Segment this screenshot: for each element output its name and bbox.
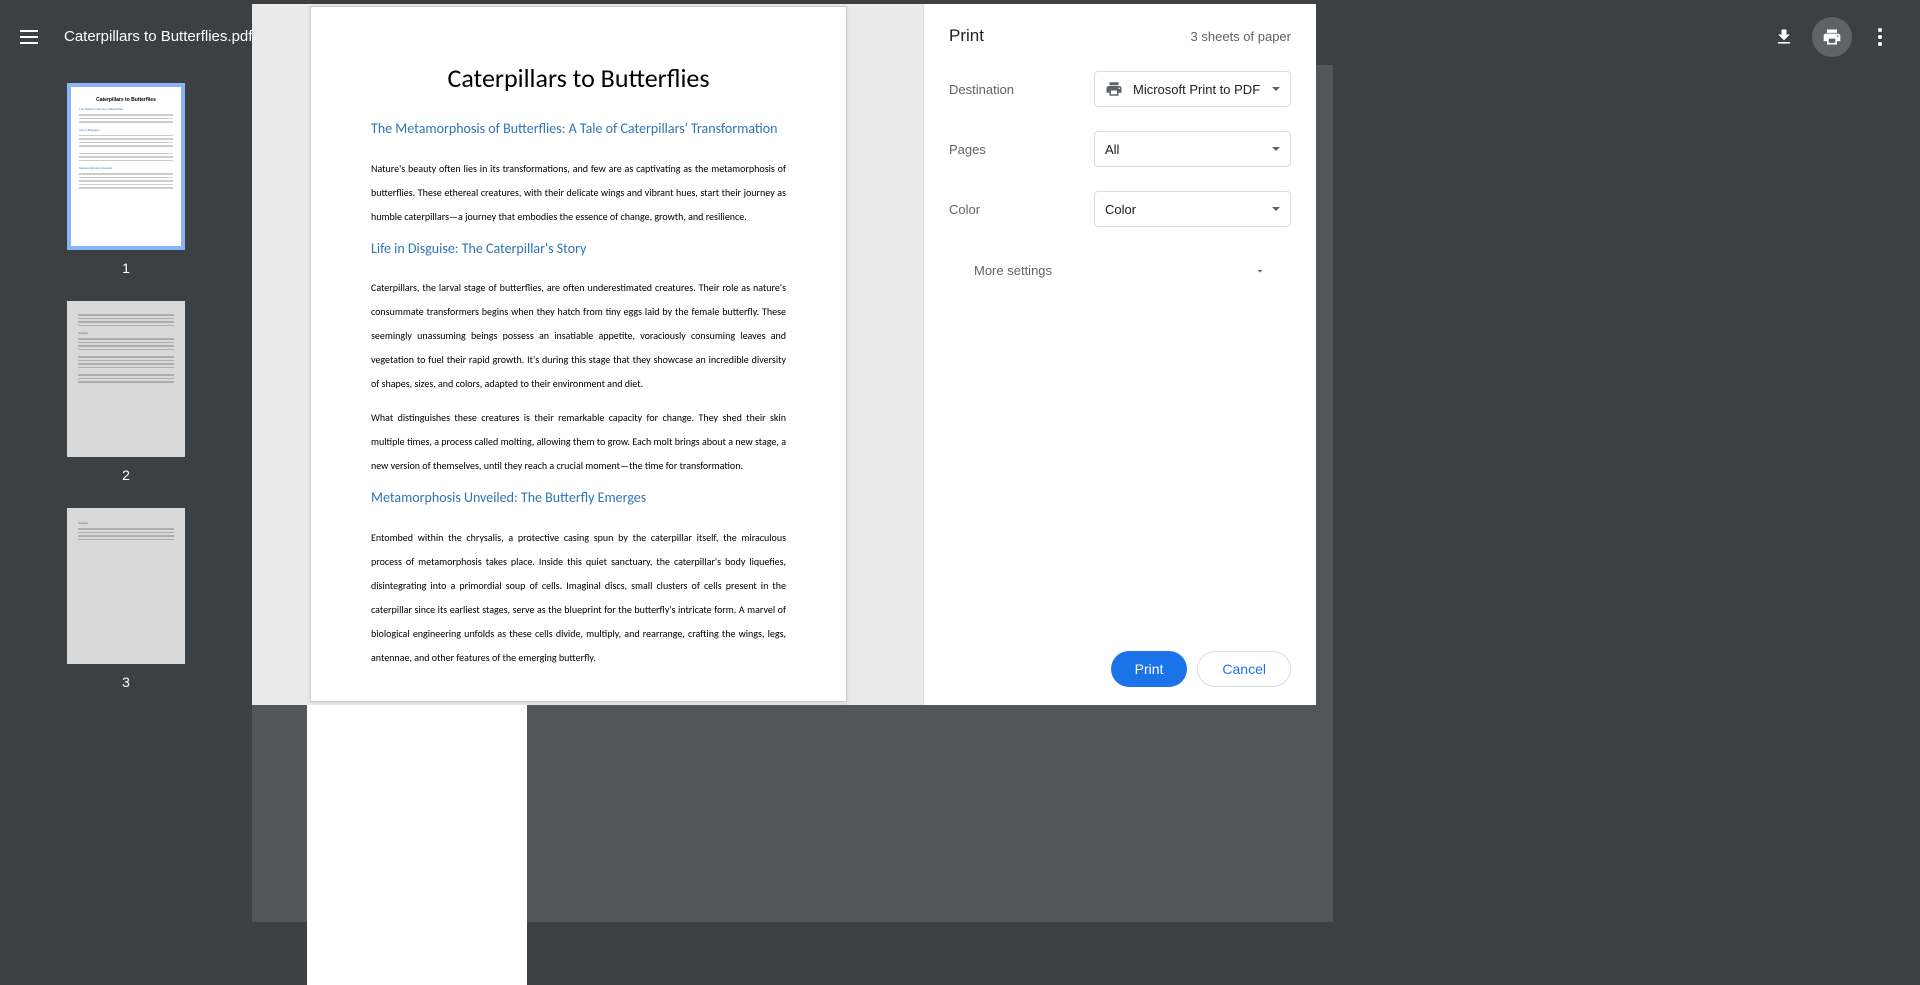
thumbnail-page-1: Caterpillars to Butterflies The Metamorp… <box>67 83 185 250</box>
more-options-button[interactable] <box>1860 17 1900 57</box>
panel-header: Print 3 sheets of paper <box>924 4 1316 61</box>
header-left: Caterpillars to Butterflies.pdf <box>20 25 252 49</box>
printer-icon <box>1822 27 1842 47</box>
dropdown-arrow-icon <box>1272 207 1280 211</box>
preview-para-1: Nature's beauty often lies in its transf… <box>371 157 786 229</box>
color-row: Color Color <box>949 191 1291 227</box>
destination-label: Destination <box>949 82 1014 97</box>
page-number-3: 3 <box>122 674 130 690</box>
color-label: Color <box>949 202 980 217</box>
page-number-2: 2 <box>122 467 130 483</box>
preview-page: Caterpillars to Butterflies The Metamorp… <box>310 6 847 702</box>
dots-vertical-icon <box>1878 28 1882 46</box>
download-icon <box>1774 27 1794 47</box>
download-button[interactable] <box>1764 17 1804 57</box>
preview-para-2: Caterpillars, the larval stage of butter… <box>371 276 786 396</box>
page-number-1: 1 <box>122 260 130 276</box>
sheet-count: 3 sheets of paper <box>1191 29 1291 44</box>
preview-heading-1: The Metamorphosis of Butterflies: A Tale… <box>371 119 786 139</box>
panel-body: Destination Microsoft Print to PDF Pages… <box>924 61 1316 633</box>
preview-para-3: What distinguishes these creatures is th… <box>371 406 786 478</box>
pages-dropdown[interactable]: All <box>1094 131 1291 167</box>
background-page <box>307 705 527 985</box>
print-settings-panel: Print 3 sheets of paper Destination Micr… <box>923 4 1316 705</box>
thumbnail-page-3: Section <box>67 508 185 664</box>
pages-row: Pages All <box>949 131 1291 167</box>
color-dropdown[interactable]: Color <box>1094 191 1291 227</box>
header-right <box>1764 17 1900 57</box>
printer-small-icon <box>1105 80 1123 98</box>
thumbnail-item-1[interactable]: Caterpillars to Butterflies The Metamorp… <box>67 83 185 276</box>
color-value: Color <box>1105 202 1136 217</box>
pages-value: All <box>1105 142 1119 157</box>
thumbnail-page-2: Section <box>67 301 185 457</box>
print-button-header[interactable] <box>1812 17 1852 57</box>
panel-title: Print <box>949 26 984 46</box>
destination-value: Microsoft Print to PDF <box>1133 82 1260 97</box>
preview-heading-3: Metamorphosis Unveiled: The Butterfly Em… <box>371 488 786 508</box>
chevron-down-icon <box>1254 265 1266 277</box>
more-settings-label: More settings <box>974 263 1052 278</box>
thumbnail-sidebar: Caterpillars to Butterflies The Metamorp… <box>0 65 252 922</box>
thumbnail-item-2[interactable]: Section 2 <box>67 301 185 483</box>
panel-footer: Print Cancel <box>924 633 1316 705</box>
destination-dropdown[interactable]: Microsoft Print to PDF <box>1094 71 1291 107</box>
destination-row: Destination Microsoft Print to PDF <box>949 71 1291 107</box>
file-title: Caterpillars to Butterflies.pdf <box>64 28 252 45</box>
preview-para-4: Entombed within the chrysalis, a protect… <box>371 526 786 670</box>
print-submit-button[interactable]: Print <box>1111 651 1188 687</box>
dropdown-arrow-icon <box>1272 87 1280 91</box>
thumbnail-item-3[interactable]: Section 3 <box>67 508 185 690</box>
more-settings-toggle[interactable]: More settings <box>949 251 1291 290</box>
menu-icon[interactable] <box>20 25 44 49</box>
pages-label: Pages <box>949 142 986 157</box>
preview-title: Caterpillars to Butterflies <box>371 62 786 94</box>
dropdown-arrow-icon <box>1272 147 1280 151</box>
cancel-button[interactable]: Cancel <box>1197 651 1291 687</box>
preview-heading-2: Life in Disguise: The Caterpillar's Stor… <box>371 239 786 259</box>
